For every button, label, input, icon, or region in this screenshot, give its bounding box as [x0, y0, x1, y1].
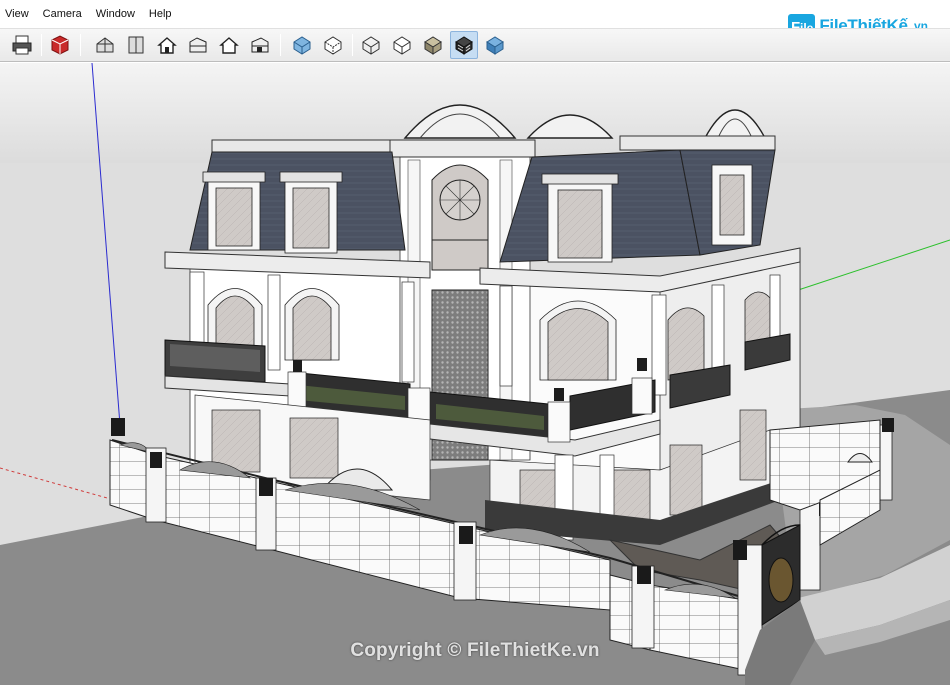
extension-warehouse-icon — [51, 35, 69, 55]
top-view-icon — [128, 36, 144, 54]
villa-model-render — [0, 63, 950, 685]
xray-style-icon — [293, 36, 311, 55]
wireframe-style-button[interactable] — [357, 31, 385, 59]
shaded-style-icon — [424, 36, 442, 55]
front-view-button[interactable] — [153, 31, 181, 59]
hidden-line-style-button[interactable] — [388, 31, 416, 59]
print-button[interactable] — [8, 31, 36, 59]
front-view-icon — [157, 37, 177, 54]
top-view-button[interactable] — [122, 31, 150, 59]
iso-view-button[interactable] — [91, 31, 119, 59]
model-viewport[interactable] — [0, 63, 950, 685]
right-view-button[interactable] — [184, 31, 212, 59]
monochrome-style-icon — [486, 36, 504, 55]
menu-camera[interactable]: Camera — [36, 0, 89, 28]
back-view-icon — [219, 37, 239, 54]
monochrome-style-button[interactable] — [481, 31, 509, 59]
menu-help[interactable]: Help — [142, 0, 179, 28]
shaded-with-textures-style-icon — [455, 36, 473, 55]
hidden-line-style-icon — [393, 36, 411, 55]
menu-window[interactable]: Window — [89, 0, 142, 28]
back-view-button[interactable] — [215, 31, 243, 59]
iso-view-icon — [96, 37, 114, 53]
shaded-style-button[interactable] — [419, 31, 447, 59]
menu-view[interactable]: View — [2, 0, 36, 28]
wireframe-style-icon — [362, 36, 380, 55]
xray-style-button[interactable] — [288, 31, 316, 59]
toolbar — [0, 28, 950, 62]
print-icon — [12, 35, 32, 55]
extension-warehouse-button[interactable] — [46, 31, 74, 59]
back-edges-style-icon — [324, 36, 342, 55]
left-view-icon — [251, 37, 269, 53]
right-view-icon — [189, 37, 207, 53]
shaded-with-textures-style-button[interactable] — [450, 31, 478, 59]
copyright-watermark: Copyright © FileThietKe.vn — [350, 640, 600, 661]
back-edges-style-button[interactable] — [319, 31, 347, 59]
left-view-button[interactable] — [246, 31, 274, 59]
